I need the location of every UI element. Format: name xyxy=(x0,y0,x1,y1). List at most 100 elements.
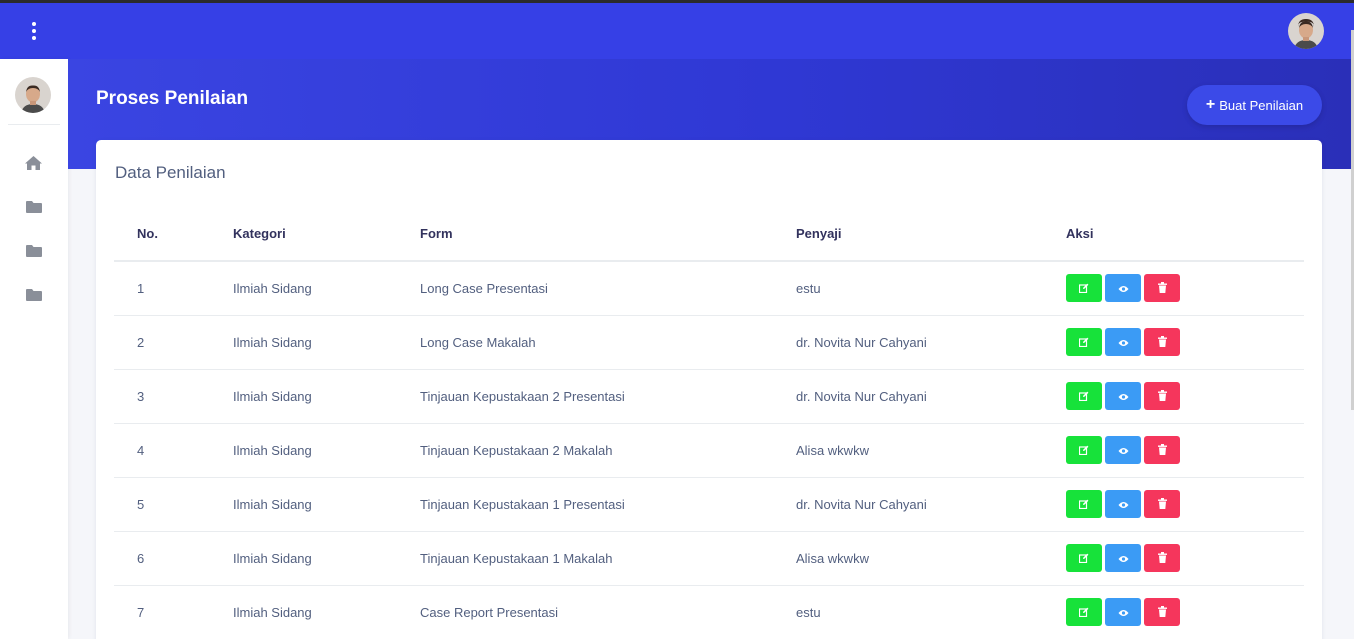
cell-form: Tinjauan Kepustakaan 1 Presentasi xyxy=(420,477,796,532)
edit-button[interactable] xyxy=(1066,328,1102,356)
table-row: 2 Ilmiah Sidang Long Case Makalah dr. Novit… xyxy=(114,315,1304,370)
delete-button[interactable] xyxy=(1144,274,1180,303)
page-title: Proses Penilaian xyxy=(96,88,249,109)
view-button[interactable] xyxy=(1105,382,1141,410)
trash-icon xyxy=(1157,389,1167,404)
edit-button[interactable] xyxy=(1066,598,1102,626)
column-header-kategori: Kategori xyxy=(233,206,420,262)
plus-icon: + xyxy=(1205,96,1216,113)
card-title: Data Penilaian xyxy=(115,163,226,182)
cell-aksi xyxy=(1066,369,1304,424)
cell-kategori: Ilmiah Sidang xyxy=(233,261,420,316)
sidebar-divider xyxy=(8,124,60,125)
edit-icon xyxy=(1078,551,1089,566)
cell-kategori: Ilmiah Sidang xyxy=(233,423,420,478)
table-row: 5 Ilmiah Sidang Tinjauan Kepustakaan 1 Pre… xyxy=(114,477,1304,532)
cell-kategori: Ilmiah Sidang xyxy=(233,585,420,639)
cell-no: 2 xyxy=(114,315,233,370)
row-actions xyxy=(1066,436,1304,464)
create-button-label: Buat Penilaian xyxy=(1219,97,1304,113)
view-button[interactable] xyxy=(1105,490,1141,518)
view-button[interactable] xyxy=(1105,544,1141,572)
edit-button[interactable] xyxy=(1066,490,1102,518)
cell-aksi xyxy=(1066,423,1304,478)
cell-aksi xyxy=(1066,585,1304,639)
folder-icon[interactable] xyxy=(24,287,43,303)
cell-penyaji: Alisa wkwkw xyxy=(796,423,1066,478)
edit-button[interactable] xyxy=(1066,436,1102,464)
cell-penyaji: estu xyxy=(796,261,1066,316)
edit-button[interactable] xyxy=(1066,544,1102,572)
row-actions xyxy=(1066,544,1304,572)
penilaian-table: No. Kategori Form Penyaji Aksi 1 Ilmiah S… xyxy=(114,206,1304,639)
home-icon[interactable] xyxy=(24,155,43,171)
trash-icon xyxy=(1157,497,1167,512)
data-card: Data Penilaian No. Kategori Form Penyaji… xyxy=(96,140,1322,639)
edit-icon xyxy=(1078,605,1089,620)
cell-kategori: Ilmiah Sidang xyxy=(233,315,420,370)
row-actions xyxy=(1066,598,1304,626)
trash-icon xyxy=(1157,335,1167,350)
table-row: 6 Ilmiah Sidang Tinjauan Kepustakaan 1 Mak… xyxy=(114,531,1304,586)
delete-button[interactable] xyxy=(1144,598,1180,626)
edit-icon xyxy=(1078,335,1089,350)
folder-icon[interactable] xyxy=(24,199,43,215)
trash-icon xyxy=(1157,551,1167,566)
edit-icon xyxy=(1078,281,1089,296)
kebab-menu-icon xyxy=(32,22,36,40)
trash-icon xyxy=(1157,443,1167,458)
table-row: 4 Ilmiah Sidang Tinjauan Kepustakaan 2 Mak… xyxy=(114,423,1304,478)
delete-button[interactable] xyxy=(1144,436,1180,464)
edit-icon xyxy=(1078,443,1089,458)
cell-penyaji: dr. Novita Nur Cahyani xyxy=(796,369,1066,424)
cell-no: 3 xyxy=(114,369,233,424)
table-row: 3 Ilmiah Sidang Tinjauan Kepustakaan 2 Pre… xyxy=(114,369,1304,424)
sidebar xyxy=(0,59,68,639)
view-button[interactable] xyxy=(1105,598,1141,626)
user-avatar[interactable] xyxy=(1288,13,1324,49)
cell-aksi xyxy=(1066,315,1304,370)
cell-penyaji: estu xyxy=(796,585,1066,639)
table-row: 7 Ilmiah Sidang Case Report Presentasi estu xyxy=(114,585,1304,639)
sidebar-toggle-button[interactable] xyxy=(0,3,68,59)
cell-form: Long Case Makalah xyxy=(420,315,796,370)
cell-no: 6 xyxy=(114,531,233,586)
row-actions xyxy=(1066,382,1304,410)
view-button[interactable] xyxy=(1105,436,1141,464)
edit-button[interactable] xyxy=(1066,382,1102,410)
cell-form: Tinjauan Kepustakaan 1 Makalah xyxy=(420,531,796,586)
delete-button[interactable] xyxy=(1144,544,1180,572)
delete-button[interactable] xyxy=(1144,328,1180,356)
cell-kategori: Ilmiah Sidang xyxy=(233,531,420,586)
folder-icon[interactable] xyxy=(24,243,43,259)
cell-form: Case Report Presentasi xyxy=(420,585,796,639)
sidebar-avatar[interactable] xyxy=(15,77,51,113)
table-header-row: No. Kategori Form Penyaji Aksi xyxy=(114,206,1304,262)
column-header-penyaji: Penyaji xyxy=(796,206,1066,262)
create-penilaian-button[interactable]: + Buat Penilaian xyxy=(1187,85,1322,125)
cell-form: Tinjauan Kepustakaan 2 Makalah xyxy=(420,423,796,478)
cell-aksi xyxy=(1066,531,1304,586)
table-row: 1 Ilmiah Sidang Long Case Presentasi estu xyxy=(114,261,1304,316)
top-navbar xyxy=(68,3,1354,59)
cell-aksi xyxy=(1066,261,1304,316)
cell-no: 5 xyxy=(114,477,233,532)
view-button[interactable] xyxy=(1105,328,1141,356)
cell-no: 4 xyxy=(114,423,233,478)
row-actions xyxy=(1066,490,1304,518)
delete-button[interactable] xyxy=(1144,382,1180,410)
trash-icon xyxy=(1157,605,1167,620)
cell-no: 1 xyxy=(114,261,233,316)
row-actions xyxy=(1066,328,1304,356)
edit-button[interactable] xyxy=(1066,274,1102,303)
edit-icon xyxy=(1078,497,1089,512)
view-button[interactable] xyxy=(1105,274,1141,303)
edit-icon xyxy=(1078,389,1089,404)
eye-icon xyxy=(1118,335,1129,350)
delete-button[interactable] xyxy=(1144,490,1180,518)
column-header-aksi: Aksi xyxy=(1066,206,1304,262)
row-actions xyxy=(1066,274,1304,303)
cell-penyaji: Alisa wkwkw xyxy=(796,531,1066,586)
cell-penyaji: dr. Novita Nur Cahyani xyxy=(796,315,1066,370)
column-header-form: Form xyxy=(420,206,796,262)
